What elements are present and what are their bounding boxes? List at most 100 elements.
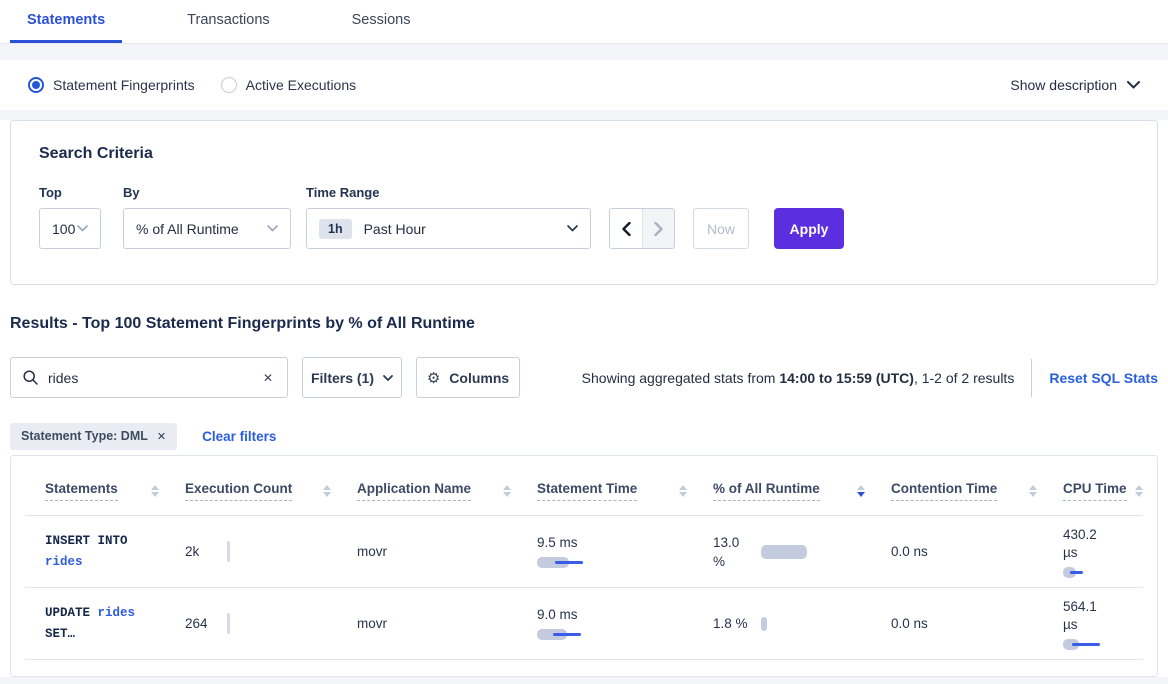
search-criteria-card: Search Criteria Top 100 By % of All Runt… bbox=[10, 120, 1158, 285]
by-select[interactable]: % of All Runtime bbox=[123, 208, 291, 249]
column-header-cpu-time[interactable]: CPU Time bbox=[1063, 481, 1145, 501]
statement-time-cell: 9.0 ms bbox=[537, 607, 713, 640]
show-description-label: Show description bbox=[1010, 77, 1117, 93]
statement-cell: UPDATE rides SET… bbox=[25, 603, 185, 645]
divider-band bbox=[0, 44, 1168, 60]
time-range-select[interactable]: 1h Past Hour bbox=[306, 208, 591, 249]
apply-button[interactable]: Apply bbox=[774, 208, 844, 249]
remove-filter-icon[interactable]: ✕ bbox=[157, 430, 166, 443]
gear-icon: ⚙ bbox=[427, 369, 440, 387]
chevron-down-icon bbox=[267, 225, 278, 232]
column-header-contention-time[interactable]: Contention Time bbox=[891, 481, 1063, 501]
cpu-time-cell: 430.2 µs bbox=[1063, 526, 1145, 578]
tab-bar: Statements Transactions Sessions bbox=[0, 0, 1168, 44]
filter-chip-statement-type: Statement Type: DML ✕ bbox=[10, 423, 177, 450]
radio-statement-fingerprints-label: Statement Fingerprints bbox=[53, 77, 195, 93]
top-select-value: 100 bbox=[52, 221, 75, 237]
tab-sessions-label: Sessions bbox=[352, 12, 411, 28]
active-filters-row: Statement Type: DML ✕ Clear filters bbox=[10, 422, 1158, 450]
filter-chip-label: Statement Type: DML bbox=[21, 429, 148, 443]
radio-unselected-icon bbox=[221, 77, 237, 93]
show-description-toggle[interactable]: Show description bbox=[1010, 77, 1140, 93]
vertical-divider bbox=[1031, 359, 1032, 397]
filters-button[interactable]: Filters (1) bbox=[302, 357, 402, 398]
pct-of-runtime-bar bbox=[761, 545, 807, 559]
cpu-time-bar bbox=[1063, 567, 1123, 578]
results-controls-row: ✕ Filters (1) ⚙ Columns Showing aggregat… bbox=[10, 357, 1158, 398]
time-range-badge: 1h bbox=[319, 219, 352, 239]
search-input[interactable] bbox=[48, 370, 261, 386]
columns-button-label: Columns bbox=[449, 370, 509, 386]
top-select[interactable]: 100 bbox=[39, 208, 101, 249]
results-heading: Results - Top 100 Statement Fingerprints… bbox=[10, 315, 1158, 335]
chevron-down-icon bbox=[567, 225, 578, 232]
chevron-down-icon bbox=[383, 375, 393, 381]
statement-cell: INSERT INTO rides bbox=[25, 531, 185, 573]
statement-time-bar bbox=[537, 557, 597, 568]
statement-link[interactable]: rides bbox=[45, 555, 83, 569]
tab-transactions-label: Transactions bbox=[187, 12, 269, 28]
radio-active-executions-label: Active Executions bbox=[246, 77, 357, 93]
chevron-left-icon bbox=[622, 222, 631, 236]
tab-transactions[interactable]: Transactions bbox=[170, 12, 286, 43]
sort-icon bbox=[315, 485, 331, 497]
cpu-time-cell: 564.1 µs bbox=[1063, 598, 1145, 650]
statement-time-cell: 9.5 ms bbox=[537, 535, 713, 568]
column-header-pct-of-all-runtime[interactable]: % of All Runtime bbox=[713, 481, 891, 501]
sql-activity-page: Statements Transactions Sessions Stateme… bbox=[0, 0, 1168, 684]
pct-of-runtime-cell: 13.0 % bbox=[713, 533, 891, 571]
chevron-right-icon bbox=[654, 222, 663, 236]
top-field: Top 100 bbox=[39, 185, 123, 249]
statement-time-bar bbox=[537, 629, 597, 640]
execution-count-bar bbox=[227, 613, 230, 634]
chevron-down-icon bbox=[77, 225, 88, 232]
column-header-statements[interactable]: Statements bbox=[25, 481, 185, 501]
page-background-strip bbox=[0, 677, 1168, 684]
sort-icon bbox=[671, 485, 687, 497]
by-select-value: % of All Runtime bbox=[136, 221, 239, 237]
search-icon bbox=[23, 370, 38, 385]
search-clear-icon[interactable]: ✕ bbox=[261, 369, 275, 387]
by-field: By % of All Runtime bbox=[123, 185, 306, 249]
column-header-application-name[interactable]: Application Name bbox=[357, 481, 537, 501]
time-range-value: Past Hour bbox=[364, 221, 426, 237]
execution-count-cell: 2k bbox=[185, 541, 357, 562]
statement-link[interactable]: rides bbox=[98, 606, 136, 620]
column-header-execution-count[interactable]: Execution Count bbox=[185, 481, 357, 501]
tab-statements[interactable]: Statements bbox=[10, 12, 122, 43]
sort-icon bbox=[1021, 485, 1037, 497]
search-criteria-title: Search Criteria bbox=[39, 145, 1129, 163]
contention-time-cell: 0.0 ns bbox=[891, 544, 1063, 559]
tab-sessions[interactable]: Sessions bbox=[335, 12, 428, 43]
time-range-field: Time Range 1h Past Hour bbox=[306, 185, 591, 249]
view-toggle-bar: Statement Fingerprints Active Executions… bbox=[0, 60, 1168, 110]
columns-button[interactable]: ⚙ Columns bbox=[416, 357, 520, 398]
top-label: Top bbox=[39, 185, 123, 200]
time-range-arrows bbox=[609, 208, 675, 249]
sort-icon bbox=[143, 485, 159, 497]
previous-time-range-button[interactable] bbox=[610, 209, 642, 248]
execution-count-cell: 264 bbox=[185, 613, 357, 634]
time-range-label: Time Range bbox=[306, 185, 591, 200]
chevron-down-icon bbox=[1127, 81, 1140, 89]
now-button[interactable]: Now bbox=[693, 208, 749, 249]
table-header-row: Statements Execution Count Application N… bbox=[25, 456, 1143, 516]
column-header-statement-time[interactable]: Statement Time bbox=[537, 481, 713, 501]
sort-icon-active-desc bbox=[849, 485, 865, 497]
radio-active-executions[interactable]: Active Executions bbox=[221, 77, 357, 93]
cpu-time-bar bbox=[1063, 639, 1123, 650]
pct-of-runtime-bar bbox=[761, 617, 767, 631]
sort-icon bbox=[1127, 485, 1143, 497]
clear-filters-link[interactable]: Clear filters bbox=[202, 429, 276, 444]
radio-statement-fingerprints[interactable]: Statement Fingerprints bbox=[28, 77, 195, 93]
statements-table: Statements Execution Count Application N… bbox=[10, 455, 1158, 677]
sort-icon bbox=[495, 485, 511, 497]
search-box: ✕ bbox=[10, 357, 288, 398]
execution-count-bar bbox=[227, 541, 230, 562]
reset-sql-stats-link[interactable]: Reset SQL Stats bbox=[1049, 370, 1158, 386]
contention-time-cell: 0.0 ns bbox=[891, 616, 1063, 631]
table-row: UPDATE rides SET… 264 movr 9.0 ms 1.8 % … bbox=[25, 588, 1143, 660]
application-name-cell: movr bbox=[357, 616, 537, 631]
tab-statements-label: Statements bbox=[27, 12, 105, 28]
next-time-range-button[interactable] bbox=[642, 209, 674, 248]
